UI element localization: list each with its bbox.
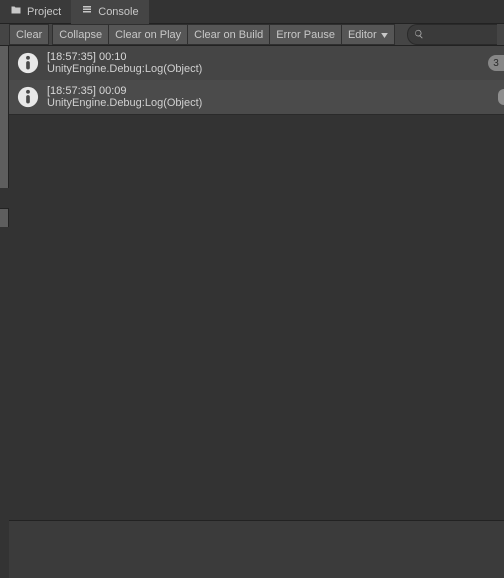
clear-button[interactable]: Clear: [9, 24, 49, 45]
search-input[interactable]: [428, 29, 491, 41]
log-message: [18:57:35] 00:09: [47, 85, 202, 97]
log-list: [18:57:35] 00:10 UnityEngine.Debug:Log(O…: [9, 46, 504, 114]
info-icon: [17, 52, 39, 74]
log-entry[interactable]: [18:57:35] 00:10 UnityEngine.Debug:Log(O…: [9, 46, 504, 80]
tab-console-label: Console: [98, 6, 138, 18]
tab-project-label: Project: [27, 6, 61, 18]
log-text: [18:57:35] 00:10 UnityEngine.Debug:Log(O…: [47, 51, 202, 75]
chevron-down-icon: [381, 29, 388, 41]
log-detail-pane: [9, 520, 504, 578]
log-message: [18:57:35] 00:10: [47, 51, 202, 63]
count-badge: 3: [488, 55, 504, 71]
tab-project[interactable]: Project: [0, 0, 71, 23]
search-icon: [414, 26, 424, 44]
tab-strip: Project Console: [0, 0, 504, 24]
log-text: [18:57:35] 00:09 UnityEngine.Debug:Log(O…: [47, 85, 202, 109]
folder-icon: [10, 4, 22, 19]
error-pause-button[interactable]: Error Pause: [269, 24, 341, 45]
clear-on-play-button[interactable]: Clear on Play: [108, 24, 187, 45]
log-empty-area: [9, 114, 504, 520]
search-box[interactable]: [407, 24, 497, 45]
info-icon: [17, 86, 39, 108]
tab-console[interactable]: Console: [71, 0, 148, 23]
editor-dropdown[interactable]: Editor: [341, 24, 395, 45]
console-icon: [81, 4, 93, 19]
console-toolbar: Clear Collapse Clear on Play Clear on Bu…: [0, 24, 504, 46]
collapse-button[interactable]: Collapse: [52, 24, 108, 45]
log-entry[interactable]: [18:57:35] 00:09 UnityEngine.Debug:Log(O…: [9, 80, 504, 114]
dock-gutter-top: [0, 46, 9, 188]
log-stack: UnityEngine.Debug:Log(Object): [47, 63, 202, 75]
log-stack: UnityEngine.Debug:Log(Object): [47, 97, 202, 109]
count-badge: [498, 89, 504, 105]
clear-on-build-button[interactable]: Clear on Build: [187, 24, 269, 45]
dock-gutter-bottom: [0, 208, 9, 227]
editor-dropdown-label: Editor: [348, 29, 377, 41]
